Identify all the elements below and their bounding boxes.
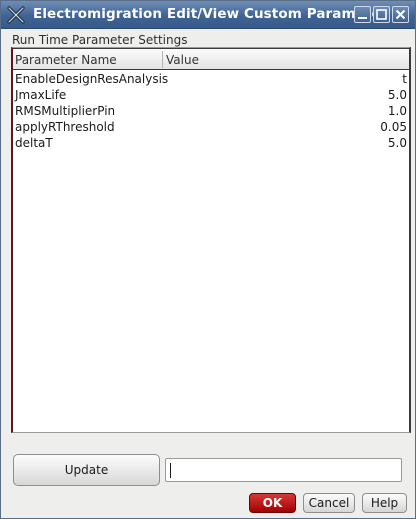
table-header: Parameter Name Value (13, 48, 409, 70)
table-row[interactable]: deltaT 5.0 (13, 136, 409, 152)
close-button[interactable] (392, 6, 409, 23)
parameter-name-cell: RMSMultiplierPin (15, 104, 116, 118)
column-header-value[interactable]: Value (166, 53, 199, 67)
table-row[interactable]: applyRThreshold 0.05 (13, 120, 409, 136)
parameter-value-cell[interactable]: 5.0 (388, 136, 407, 150)
table-row[interactable]: RMSMultiplierPin 1.0 (13, 104, 409, 120)
table-row[interactable]: EnableDesignResAnalysis t (13, 72, 409, 88)
parameter-value-cell[interactable]: 5.0 (388, 88, 407, 102)
parameter-name-cell: applyRThreshold (15, 120, 115, 134)
app-x-icon[interactable] (6, 5, 26, 25)
parameter-value-cell[interactable]: t (402, 72, 407, 86)
text-caret (170, 463, 171, 478)
value-input[interactable] (165, 458, 402, 482)
table-body: EnableDesignResAnalysis t JmaxLife 5.0 R… (13, 72, 409, 152)
section-label: Run Time Parameter Settings (12, 33, 188, 47)
parameter-value-cell[interactable]: 0.05 (380, 120, 407, 134)
maximize-button[interactable] (373, 6, 390, 23)
dialog-window: Electromigration Edit/View Custom Parame… (0, 0, 416, 519)
column-header-parameter-name[interactable]: Parameter Name (15, 53, 117, 67)
title-bar[interactable]: Electromigration Edit/View Custom Parame… (1, 1, 415, 29)
minimize-icon (358, 17, 367, 19)
maximize-icon (376, 9, 387, 20)
column-divider[interactable] (162, 51, 163, 68)
help-button[interactable]: Help (362, 493, 407, 513)
update-button[interactable]: Update (13, 454, 160, 486)
window-title: Electromigration Edit/View Custom Parame… (33, 6, 381, 22)
cancel-button[interactable]: Cancel (303, 493, 355, 513)
parameter-name-cell: EnableDesignResAnalysis (15, 72, 169, 86)
minimize-button[interactable] (354, 6, 371, 23)
parameter-table[interactable]: Parameter Name Value EnableDesignResAnal… (11, 47, 411, 433)
parameter-name-cell: deltaT (15, 136, 53, 150)
parameter-name-cell: JmaxLife (15, 88, 67, 102)
ok-button[interactable]: OK (249, 493, 296, 513)
close-icon (395, 9, 406, 20)
table-row[interactable]: JmaxLife 5.0 (13, 88, 409, 104)
parameter-value-cell[interactable]: 1.0 (388, 104, 407, 118)
